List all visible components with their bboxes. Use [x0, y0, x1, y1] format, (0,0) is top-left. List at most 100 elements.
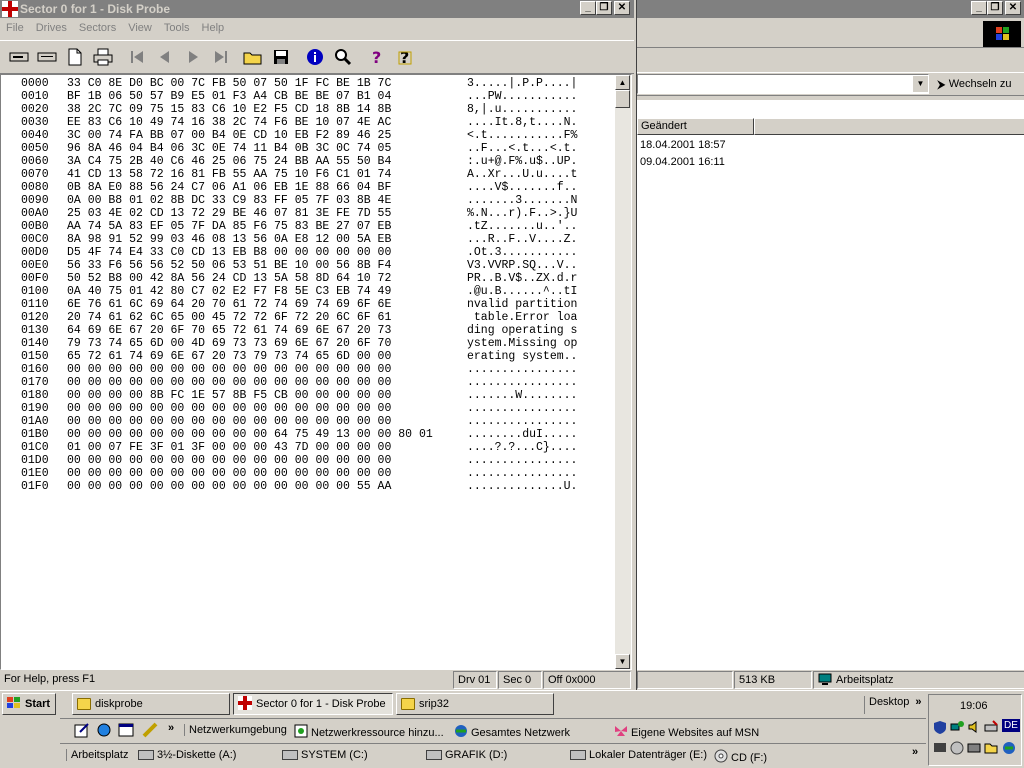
list-item[interactable]: 18.04.2001 18:57	[640, 139, 726, 151]
drive-a[interactable]: 3½-Diskette (A:)	[138, 749, 236, 761]
hex-ascii: ding operating s	[467, 324, 578, 337]
link-entire-network[interactable]: Gesamtes Netzwerk	[454, 724, 570, 741]
last-sector-button[interactable]	[208, 44, 234, 70]
hex-offset: 0180	[21, 389, 49, 402]
folder-tray-icon[interactable]	[984, 741, 998, 758]
hex-bytes: 41 CD 13 58 72 16 81 FB 55 AA 75 10 F6 C…	[67, 168, 392, 181]
open-button[interactable]	[240, 44, 266, 70]
quick-launch-refresh-icon[interactable]	[96, 722, 112, 741]
shield-icon[interactable]	[933, 720, 947, 737]
context-help-icon: ?	[398, 48, 412, 66]
go-button-label: Wechseln zu	[948, 78, 1012, 90]
vertical-scrollbar[interactable]: ▲ ▼	[615, 75, 631, 669]
globe-tray-icon[interactable]	[1002, 741, 1016, 758]
read-sector-button[interactable]	[6, 44, 32, 70]
hex-offset: 01E0	[21, 467, 49, 480]
app-icon	[2, 1, 18, 17]
drives-bar-chevron[interactable]: »	[912, 746, 918, 758]
drive-label: SYSTEM (C:)	[301, 749, 368, 761]
monitor-tray-icon[interactable]	[933, 741, 947, 758]
context-help-button[interactable]: ?	[392, 44, 418, 70]
save-button[interactable]	[268, 44, 294, 70]
address-dropdown-button[interactable]: ▼	[912, 76, 928, 92]
menu-view[interactable]: View	[122, 18, 158, 38]
minimize-button[interactable]: _	[580, 1, 596, 15]
menu-drives[interactable]: Drives	[30, 18, 73, 38]
explorer-list[interactable]: Geändert 18.04.2001 18:57 09.04.2001 16:…	[637, 100, 1024, 670]
hex-offset: 0040	[21, 129, 49, 142]
address-input[interactable]: ▼	[637, 74, 929, 94]
windows-logo-icon	[983, 21, 1021, 47]
hex-offset: 0010	[21, 90, 49, 103]
scroll-thumb[interactable]	[615, 90, 630, 108]
next-sector-button[interactable]	[180, 44, 206, 70]
hex-offset: 0090	[21, 194, 49, 207]
quick-launch-edit-icon[interactable]	[74, 722, 90, 741]
desktop-toolbar[interactable]: Desktop »	[864, 696, 926, 714]
column-header-modified[interactable]: Geändert	[637, 118, 754, 135]
drive-d[interactable]: GRAFIK (D:)	[426, 749, 507, 761]
go-button[interactable]: ⮞ Wechseln zu	[937, 74, 1023, 94]
hex-ascii: <.t...........F%	[467, 129, 578, 142]
window-title: Sector 0 for 1 - Disk Probe	[20, 2, 171, 16]
search-button[interactable]	[330, 44, 356, 70]
hex-ascii: :.u+@.F%.u$..UP.	[467, 155, 578, 168]
hex-ascii: ....It.8,t....N.	[467, 116, 578, 129]
hex-offset: 01F0	[21, 480, 49, 493]
scroll-up-button[interactable]: ▲	[615, 75, 630, 90]
language-indicator[interactable]: DE	[1002, 719, 1020, 732]
quick-launch-window-icon[interactable]	[118, 722, 134, 741]
explorer-maximize-button[interactable]: ❐	[987, 1, 1003, 15]
network-icon[interactable]	[950, 720, 964, 737]
task-diskprobe-window[interactable]: Sector 0 for 1 - Disk Probe	[233, 693, 393, 715]
drives-bar-title[interactable]: Arbeitsplatz	[66, 749, 128, 761]
start-label: Start	[25, 698, 51, 710]
drive-tray-icon[interactable]	[967, 741, 981, 758]
printer-tray-icon[interactable]	[984, 720, 998, 737]
first-sector-button[interactable]	[124, 44, 150, 70]
menu-help[interactable]: Help	[196, 18, 231, 38]
drive-c[interactable]: SYSTEM (C:)	[282, 749, 368, 761]
previous-sector-button[interactable]	[152, 44, 178, 70]
column-header-label: Geändert	[641, 120, 687, 132]
disk-tray-icon[interactable]	[950, 741, 964, 758]
diskprobe-titlebar[interactable]: Sector 0 for 1 - Disk Probe _ ❐ ✕	[0, 0, 634, 18]
close-button[interactable]: ✕	[614, 1, 630, 15]
desktop-toolbar-chevron[interactable]: »	[915, 696, 921, 714]
drive-f[interactable]: CD (F:)	[714, 749, 767, 766]
write-sector-button[interactable]	[34, 44, 60, 70]
link-add-network-resource[interactable]: Netzwerkressource hinzu...	[294, 724, 444, 741]
menu-sectors[interactable]: Sectors	[73, 18, 122, 38]
hex-bytes: 79 73 74 65 6D 00 4D 69 73 73 69 6E 67 2…	[67, 337, 392, 350]
help-button[interactable]: ?	[364, 44, 390, 70]
link-msn-websites[interactable]: Eigene Websites auf MSN	[614, 724, 759, 741]
maximize-button[interactable]: ❐	[596, 1, 612, 15]
hex-ascii: .tZ.......u..'..	[467, 220, 578, 233]
list-item[interactable]: 09.04.2001 16:11	[640, 156, 725, 168]
new-document-button[interactable]	[62, 44, 88, 70]
scroll-down-button[interactable]: ▼	[615, 654, 630, 669]
task-diskprobe-folder[interactable]: diskprobe	[72, 693, 230, 715]
hex-ascii: .......3.......N	[467, 194, 578, 207]
hex-ascii: ................	[467, 363, 578, 376]
menu-file[interactable]: File	[0, 18, 30, 38]
volume-icon[interactable]	[967, 720, 981, 737]
explorer-minimize-button[interactable]: _	[971, 1, 987, 15]
print-button[interactable]	[90, 44, 116, 70]
quick-launch-tool-icon[interactable]	[142, 722, 158, 741]
hex-ascii: .Ot.3...........	[467, 246, 578, 259]
hex-offset: 0060	[21, 155, 49, 168]
explorer-close-button[interactable]: ✕	[1005, 1, 1021, 15]
hard-drive-icon	[282, 750, 298, 760]
explorer-titlebar[interactable]: _ ❐ ✕	[637, 0, 1024, 18]
link-network-neighborhood[interactable]: Netzwerkumgebung	[184, 724, 287, 736]
quick-launch-chevron[interactable]: »	[168, 722, 174, 734]
hex-view[interactable]: 0000 33 C0 8E D0 BC 00 7C FB 50 07 50 1F …	[0, 74, 632, 670]
info-button[interactable]	[302, 44, 328, 70]
hex-bytes: 56 33 F6 56 56 52 50 06 53 51 BE 10 00 5…	[67, 259, 392, 272]
task-srip32-folder[interactable]: srip32	[396, 693, 554, 715]
menu-tools[interactable]: Tools	[158, 18, 196, 38]
drive-e[interactable]: Lokaler Datenträger (E:)	[570, 749, 707, 761]
clock[interactable]: 19:06	[960, 700, 988, 712]
start-button[interactable]: Start	[2, 693, 56, 715]
